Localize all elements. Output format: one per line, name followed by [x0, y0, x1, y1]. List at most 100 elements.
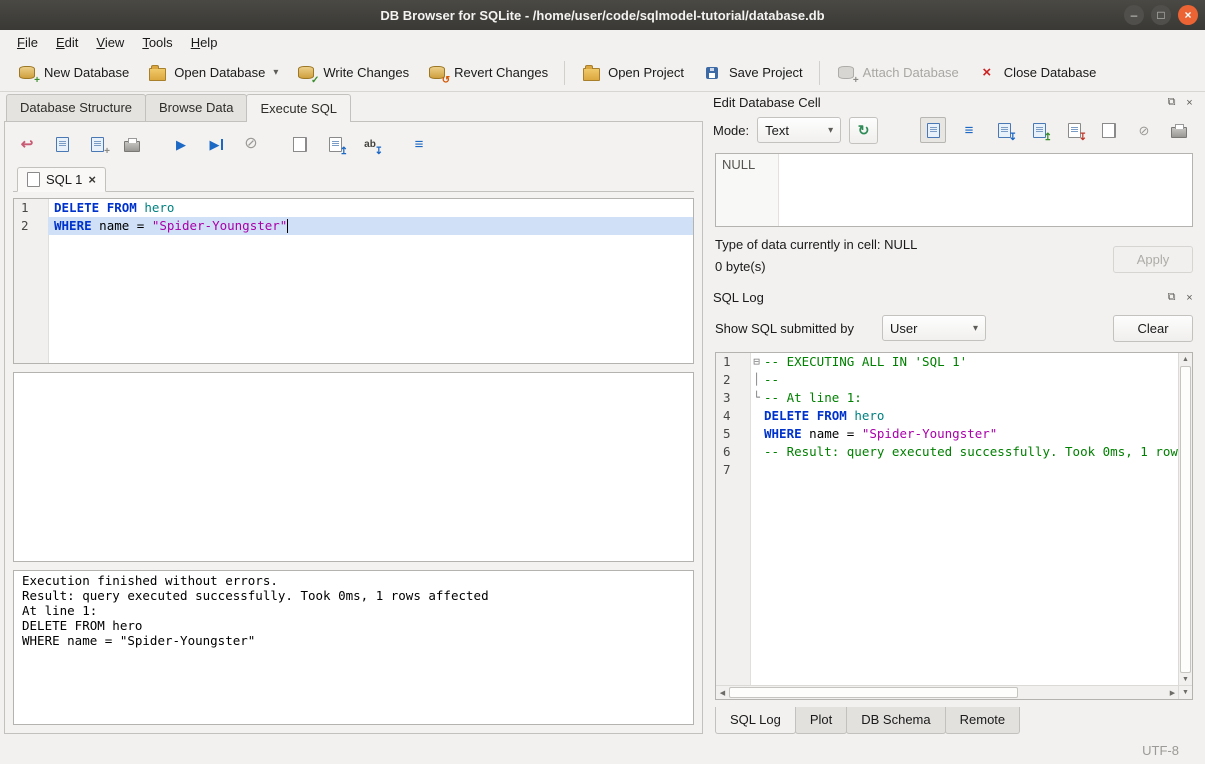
tab-database-structure[interactable]: Database Structure: [6, 94, 146, 121]
sql-log-title: SQL Log: [713, 290, 1161, 305]
code-line: 2WHERE name = "Spider-Youngster": [14, 217, 693, 235]
menu-view[interactable]: View: [87, 32, 133, 53]
sql-log-view[interactable]: 1⊟-- EXECUTING ALL IN 'SQL 1'2│--3└-- At…: [715, 352, 1193, 700]
word-wrap-button[interactable]: ≡: [957, 118, 981, 142]
copy-cell-icon: [1099, 120, 1119, 140]
open-sql-file-button[interactable]: ↩: [15, 132, 39, 156]
word-wrap-icon: ≡: [965, 123, 974, 138]
maximize-icon: □: [1157, 9, 1164, 21]
fold-marker-icon[interactable]: └: [750, 389, 763, 407]
save-project-button[interactable]: Save Project: [693, 57, 812, 89]
float-panel-icon[interactable]: ⧉: [1164, 95, 1179, 110]
open-database-button[interactable]: Open Database ▾: [138, 57, 287, 89]
save-sql-file-as-button[interactable]: +: [85, 132, 109, 156]
revert-changes-button[interactable]: ↺ Revert Changes: [418, 57, 557, 89]
find-replace-icon: ab↧: [360, 134, 380, 154]
close-panel-icon[interactable]: ×: [1182, 95, 1197, 110]
import-cell-button[interactable]: ↧: [992, 118, 1016, 142]
text-document-icon: [927, 123, 940, 138]
open-project-button[interactable]: Open Project: [572, 57, 693, 89]
maximize-button[interactable]: □: [1151, 5, 1171, 25]
stop-icon: ⊘: [244, 136, 257, 152]
write-changes-button[interactable]: ✓ Write Changes: [287, 57, 418, 89]
export-cell-button[interactable]: ↥: [1027, 118, 1051, 142]
scroll-up-icon[interactable]: ▲: [1179, 353, 1192, 366]
close-database-button[interactable]: × Close Database: [968, 57, 1106, 89]
cell-size-info: 0 byte(s): [715, 259, 1113, 274]
tab-sql-log[interactable]: SQL Log: [715, 707, 796, 734]
open-project-icon: [581, 63, 601, 83]
close-tab-icon[interactable]: ×: [88, 173, 96, 186]
save-sql-file-icon: [52, 134, 72, 154]
save-results-button[interactable]: ↥: [323, 132, 347, 156]
copy-cell-button[interactable]: [1097, 118, 1121, 142]
code-line: 5 WHERE name = "Spider-Youngster": [716, 425, 1179, 443]
find-replace-button[interactable]: ab↧: [358, 132, 382, 156]
fold-marker-icon[interactable]: [750, 443, 763, 461]
fold-marker-icon[interactable]: [750, 407, 763, 425]
menu-help[interactable]: Help: [182, 32, 227, 53]
menu-edit[interactable]: Edit: [47, 32, 87, 53]
export-cell-icon: ↥: [1029, 120, 1049, 140]
sql-editor[interactable]: 1DELETE FROM hero2WHERE name = "Spider-Y…: [13, 198, 694, 364]
fold-marker-icon[interactable]: ⊟: [750, 353, 763, 371]
sql-tab-bar: SQL 1 ×: [13, 164, 694, 192]
horizontal-scrollbar[interactable]: ◀ ▶: [716, 685, 1179, 699]
save-cell-button[interactable]: ↧: [1062, 118, 1086, 142]
tab-db-schema[interactable]: DB Schema: [846, 707, 945, 734]
save-sql-file-button[interactable]: [50, 132, 74, 156]
scrollbar-thumb[interactable]: [1180, 366, 1191, 673]
code-line: 7: [716, 461, 1179, 479]
code-line: 1DELETE FROM hero: [14, 199, 693, 217]
scroll-down-icon[interactable]: ▼: [1182, 689, 1189, 696]
text-mode-button[interactable]: [920, 117, 946, 143]
scroll-left-icon[interactable]: ◀: [716, 686, 729, 699]
message-line: Execution finished without errors.: [22, 573, 685, 588]
menu-file[interactable]: File: [8, 32, 47, 53]
vertical-scrollbar[interactable]: ▲ ▼: [1178, 353, 1192, 686]
sql-tab[interactable]: SQL 1 ×: [17, 167, 106, 192]
execute-all-button[interactable]: ▶: [169, 132, 193, 156]
window-controls: – □ ×: [1124, 5, 1198, 25]
chevron-down-icon[interactable]: ▾: [273, 67, 278, 78]
stop-button[interactable]: ⊘: [239, 132, 263, 156]
tab-plot[interactable]: Plot: [795, 707, 847, 734]
format-sql-button[interactable]: ≡: [407, 132, 431, 156]
menu-tools[interactable]: Tools: [133, 32, 181, 53]
fold-marker-icon[interactable]: │: [750, 371, 763, 389]
close-panel-icon[interactable]: ×: [1182, 290, 1197, 305]
close-button[interactable]: ×: [1178, 5, 1198, 25]
chevron-down-icon: ▾: [973, 323, 978, 334]
auto-detect-button[interactable]: ↻: [849, 117, 878, 144]
fold-marker-icon[interactable]: [750, 461, 763, 479]
export-csv-button[interactable]: [288, 132, 312, 156]
new-database-button[interactable]: + New Database: [8, 57, 138, 89]
filter-label: Show SQL submitted by: [715, 321, 854, 336]
cell-editor[interactable]: NULL: [715, 153, 1193, 227]
print-cell-button[interactable]: [1167, 118, 1191, 142]
text-caret: [287, 219, 288, 233]
clear-button[interactable]: Clear: [1113, 315, 1193, 342]
close-icon: ×: [1184, 9, 1191, 21]
set-null-button[interactable]: ⊘: [1132, 118, 1156, 142]
tab-execute-sql[interactable]: Execute SQL: [246, 94, 351, 122]
submitted-by-select[interactable]: User ▾: [882, 315, 986, 341]
scrollbar-thumb[interactable]: [729, 687, 1018, 698]
code-line: 2│--: [716, 371, 1179, 389]
save-sql-file-as-icon: +: [87, 134, 107, 154]
print-button[interactable]: [120, 132, 144, 156]
fold-marker-icon[interactable]: [750, 425, 763, 443]
left-pane: Database Structure Browse Data Execute S…: [4, 92, 703, 734]
tab-browse-data[interactable]: Browse Data: [145, 94, 247, 121]
float-panel-icon[interactable]: ⧉: [1164, 290, 1179, 305]
tab-remote[interactable]: Remote: [945, 707, 1021, 734]
attach-database-button[interactable]: + Attach Database: [827, 57, 968, 89]
message-line: Result: query executed successfully. Too…: [22, 588, 685, 603]
minimize-button[interactable]: –: [1124, 5, 1144, 25]
execute-current-line-button[interactable]: ▶: [204, 132, 228, 156]
results-grid[interactable]: [13, 372, 694, 562]
message-line: DELETE FROM hero: [22, 618, 685, 633]
apply-button[interactable]: Apply: [1113, 246, 1193, 273]
revert-changes-icon: ↺: [427, 63, 447, 83]
mode-select[interactable]: Text ▾: [757, 117, 841, 143]
